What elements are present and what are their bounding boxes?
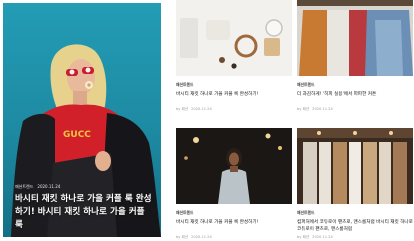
feature-category: 패션트렌드 (15, 184, 34, 189)
article-info: by 패션 2020.11.24 (297, 107, 413, 112)
article-author: by 패션 (297, 235, 310, 239)
feature-date: 2020.11.24 (37, 184, 61, 189)
article-date: 2020.11.24 (191, 235, 212, 239)
article-thumbnail[interactable] (176, 128, 292, 204)
article-category: 패션트렌드 (297, 210, 315, 215)
article-thumbnail[interactable] (297, 128, 413, 204)
article-author: by 패션 (297, 107, 310, 111)
svg-text:GUCC: GUCC (63, 130, 91, 140)
article-date: 2020.11.24 (312, 235, 333, 239)
article-card[interactable]: 패션트렌드 더 과감하게! '히피 실용'에서 파파한 커튼 by 패션 202… (297, 0, 413, 112)
article-info: by 패션 2020.11.24 (176, 235, 292, 240)
article-title[interactable]: 컴퍼처에서 코듀로이 팬츠로, 맨스룸처럼 바시티 재킷 하나로 코듀로이 팬츠… (297, 219, 413, 233)
article-author: by 패션 (176, 235, 189, 239)
article-title[interactable]: 더 과감하게! '히피 실용'에서 파파한 커튼 (297, 91, 413, 105)
article-category: 패션트렌드 (176, 82, 194, 87)
article-card[interactable]: 패션트렌드 바시티 재킷 하나로 가을 커플 룩 완성하기! by 패션 202… (176, 128, 292, 240)
article-info: by 패션 2020.11.24 (176, 107, 292, 112)
article-author: by 패션 (176, 107, 189, 111)
article-title[interactable]: 바시티 재킷 하나로 가을 커플 룩 완성하기! (176, 219, 292, 233)
article-date: 2020.11.24 (312, 107, 333, 111)
article-category: 패션트렌드 (176, 210, 194, 215)
article-info: by 패션 2020.11.24 (297, 235, 413, 240)
article-category: 패션트렌드 (297, 82, 315, 87)
feature-title[interactable]: 바시티 재킷 하나로 가을 커플 룩 완성하기! 바시티 재킷 하나로 가을 커… (15, 193, 155, 232)
article-title[interactable]: 바시티 재킷 하나로 가을 커플 룩 완성하기! (176, 91, 292, 105)
feature-article-card[interactable]: GUCC 패션트렌드 2020.11.24 바시티 재킷 하나로 가을 커플 룩… (3, 3, 161, 237)
article-date: 2020.11.24 (191, 107, 212, 111)
article-card[interactable]: 패션트렌드 컴퍼처에서 코듀로이 팬츠로, 맨스룸처럼 바시티 재킷 하나로 코… (297, 128, 413, 240)
article-thumbnail[interactable] (297, 0, 413, 76)
article-thumbnail[interactable] (176, 0, 292, 76)
feature-meta: 패션트렌드 2020.11.24 (15, 184, 60, 190)
article-card[interactable]: 패션트렌드 바시티 재킷 하나로 가을 커플 룩 완성하기! by 패션 202… (176, 0, 292, 112)
